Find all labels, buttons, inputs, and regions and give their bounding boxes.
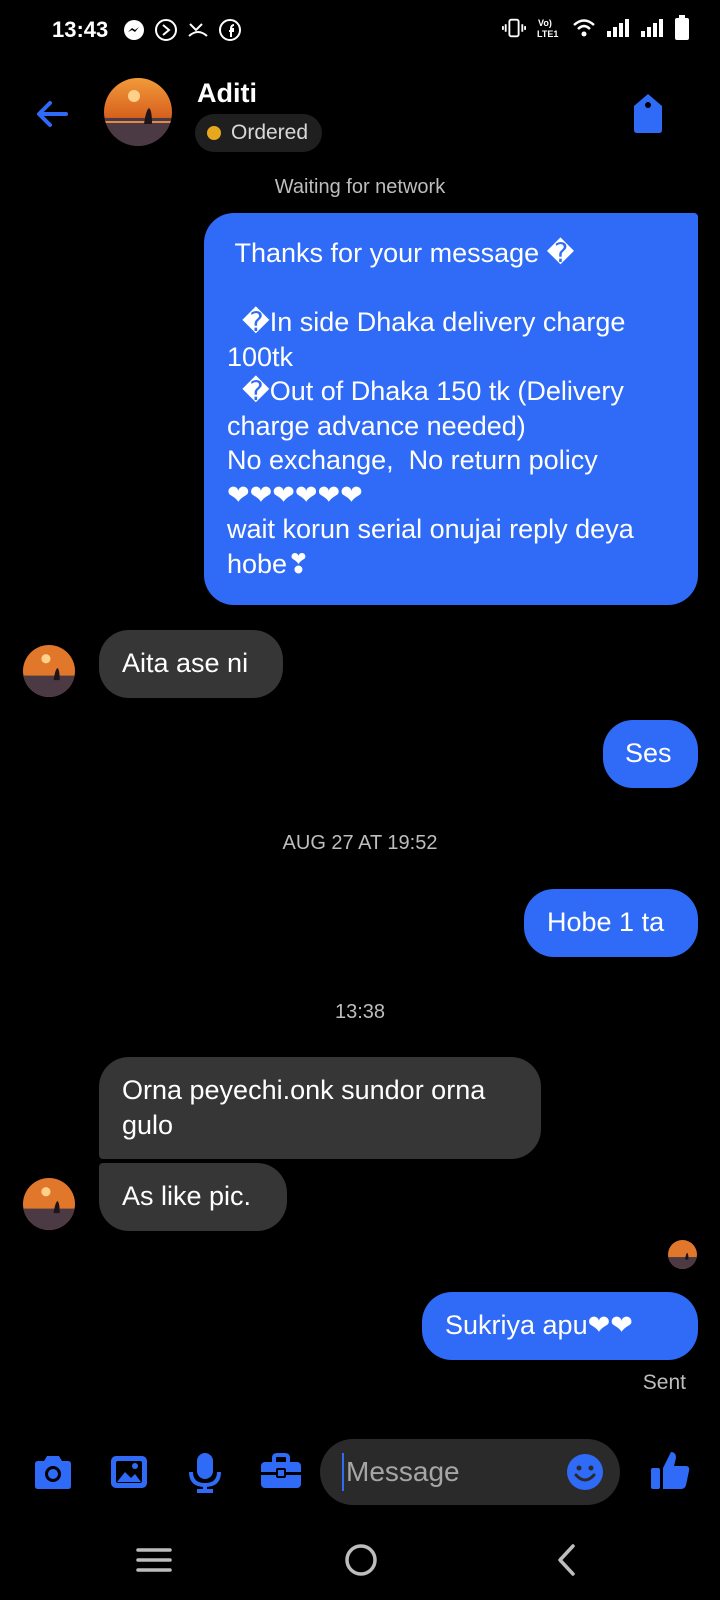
camera-icon[interactable] [31, 1450, 75, 1494]
seen-avatar [668, 1240, 697, 1269]
message-text: Sukriya apu❤❤ [445, 1310, 633, 1340]
delivery-status: Sent [642, 1371, 686, 1394]
label-dot [207, 126, 221, 140]
back-arrow-icon[interactable] [30, 92, 74, 136]
back-icon[interactable] [546, 1538, 590, 1582]
message-input[interactable]: Message [320, 1439, 620, 1505]
facebook-icon [218, 18, 242, 42]
message-text: Orna peyechi.onk sundor orna gulo [122, 1075, 486, 1140]
svg-text:LTE1: LTE1 [537, 29, 558, 39]
status-right-icons: Vo) LTE1 [502, 15, 690, 40]
status-left-icons [122, 18, 242, 42]
menu-icon[interactable] [132, 1538, 176, 1582]
thumbs-up-icon[interactable] [648, 1448, 692, 1492]
microphone-icon[interactable] [183, 1450, 227, 1494]
message-bubble-outgoing[interactable]: Thanks for your message � �In side Dhaka… [204, 213, 698, 605]
message-bubble-outgoing[interactable]: Ses [603, 720, 698, 788]
network-status: Waiting for network [274, 176, 446, 198]
sender-avatar [23, 1178, 75, 1230]
gallery-icon[interactable] [107, 1450, 151, 1494]
avatar[interactable] [104, 78, 172, 146]
signal-icon [606, 16, 630, 40]
vibrate-icon [502, 16, 526, 40]
tag-icon[interactable] [630, 92, 666, 134]
status-time: 13:43 [52, 17, 109, 42]
message-text: Hobe 1 ta [547, 907, 665, 937]
text-caret [342, 1453, 344, 1491]
message-text: As like pic. [122, 1181, 252, 1211]
timestamp: 13:38 [334, 1001, 386, 1023]
timestamp: AUG 27 AT 19:52 [282, 832, 438, 854]
battery-icon [674, 15, 690, 40]
message-text: Ses [625, 738, 672, 768]
messenger-icon [122, 18, 146, 42]
message-text: Aita ase ni [122, 648, 249, 678]
label-text: Ordered [231, 121, 309, 144]
message-bubble-outgoing[interactable]: Sukriya apu❤❤ [422, 1292, 698, 1360]
message-bubble-incoming[interactable]: As like pic. [99, 1163, 287, 1231]
message-bubble-outgoing[interactable]: Hobe 1 ta [524, 889, 698, 957]
message-bubble-incoming[interactable]: Orna peyechi.onk sundor orna gulo [99, 1057, 541, 1159]
contact-label-pill[interactable]: Ordered [195, 114, 323, 152]
play-circle-icon [154, 18, 178, 42]
message-placeholder: Message [346, 1456, 460, 1487]
emoji-icon[interactable] [566, 1453, 604, 1491]
missed-call-icon [186, 18, 210, 42]
svg-text:Vo): Vo) [538, 18, 552, 28]
volte-icon: Vo) LTE1 [536, 16, 562, 40]
contact-name[interactable]: Aditi [197, 78, 257, 109]
home-icon[interactable] [339, 1538, 383, 1582]
wifi-icon [572, 16, 596, 40]
briefcase-icon[interactable] [259, 1450, 303, 1494]
message-bubble-incoming[interactable]: Aita ase ni [99, 630, 283, 698]
sender-avatar [23, 645, 75, 697]
signal-icon [640, 16, 664, 40]
